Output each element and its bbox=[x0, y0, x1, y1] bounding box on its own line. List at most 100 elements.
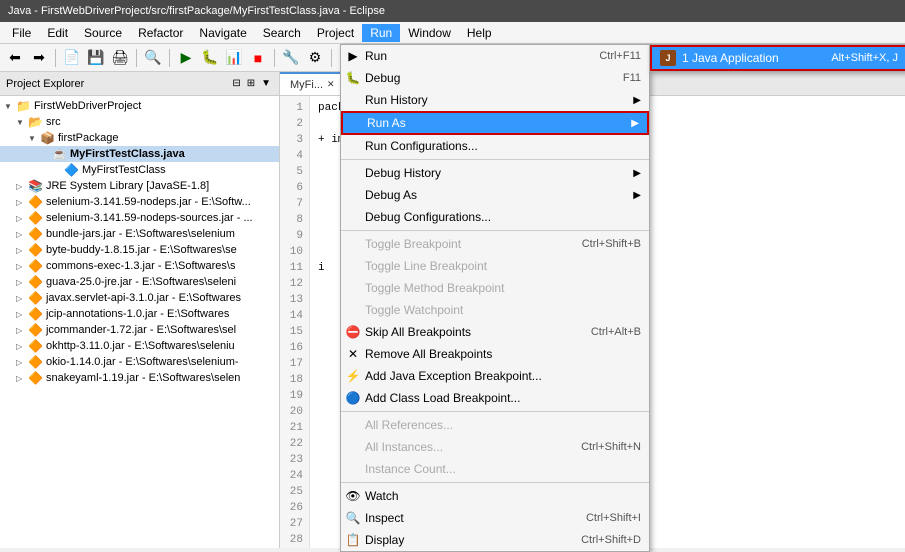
tree-item[interactable]: ▼📂src bbox=[0, 114, 279, 130]
class-load-icon: 🔵 bbox=[345, 391, 361, 405]
tree-item[interactable]: 🔷MyFirstTestClass bbox=[0, 162, 279, 178]
tree-item[interactable]: ▷🔶javax.servlet-api-3.1.0.jar - E:\Softw… bbox=[0, 290, 279, 306]
toolbar-sep-5 bbox=[331, 49, 332, 67]
debug-icon: 🐛 bbox=[345, 71, 361, 85]
toolbar-btn-coverage[interactable]: 📊 bbox=[223, 47, 245, 69]
run-menu-watch[interactable]: 👁 Watch bbox=[341, 485, 649, 507]
run-menu: ▶ Run Ctrl+F11 🐛 Debug F11 Run History ▶… bbox=[340, 44, 650, 552]
tree-label: MyFirstTestClass bbox=[82, 164, 166, 176]
toolbar-btn-new[interactable]: 📄 bbox=[61, 47, 83, 69]
tree-item[interactable]: ▷🔶snakeyaml-1.19.jar - E:\Softwares\sele… bbox=[0, 370, 279, 386]
run-menu-add-java-exception[interactable]: ⚡ Add Java Exception Breakpoint... bbox=[341, 365, 649, 387]
menu-sep-3 bbox=[341, 411, 649, 412]
run-menu-run[interactable]: ▶ Run Ctrl+F11 bbox=[341, 45, 649, 67]
tree-item[interactable]: ▷🔶jcip-annotations-1.0.jar - E:\Software… bbox=[0, 306, 279, 322]
toolbar-sep-3 bbox=[169, 49, 170, 67]
tree-arrow: ▷ bbox=[16, 182, 26, 191]
run-menu-skip-breakpoints[interactable]: ⛔ Skip All Breakpoints Ctrl+Alt+B bbox=[341, 321, 649, 343]
java-application-item[interactable]: J 1 Java Application Alt+Shift+X, J bbox=[650, 45, 905, 71]
run-menu-all-instances: All Instances... Ctrl+Shift+N bbox=[341, 436, 649, 458]
run-as-submenu: J 1 Java Application Alt+Shift+X, J bbox=[649, 44, 905, 72]
tree-arrow: ▷ bbox=[16, 342, 26, 351]
tree-arrow: ▷ bbox=[16, 374, 26, 383]
tree-item[interactable]: ▷🔶selenium-3.141.59-nodeps-sources.jar -… bbox=[0, 210, 279, 226]
menu-help[interactable]: Help bbox=[459, 24, 500, 42]
tree-label: FirstWebDriverProject bbox=[34, 100, 141, 112]
menu-source[interactable]: Source bbox=[76, 24, 130, 42]
tree-item[interactable]: ▷🔶commons-exec-1.3.jar - E:\Softwares\s bbox=[0, 258, 279, 274]
toolbar-btn-5[interactable]: 🔧 bbox=[280, 47, 302, 69]
run-menu-run-configurations[interactable]: Run Configurations... bbox=[341, 135, 649, 157]
skip-bp-icon: ⛔ bbox=[345, 325, 361, 339]
tree-item[interactable]: ▷🔶bundle-jars.jar - E:\Softwares\seleniu… bbox=[0, 226, 279, 242]
left-panel: Project Explorer ⊟ ⊞ ▼ ▼📁FirstWebDriverP… bbox=[0, 72, 280, 548]
java-app-shortcut: Alt+Shift+X, J bbox=[831, 52, 898, 64]
tree-icon: 🔶 bbox=[28, 291, 43, 305]
tree-icon: 📚 bbox=[28, 179, 43, 193]
menu-project[interactable]: Project bbox=[309, 24, 362, 42]
toolbar-btn-search[interactable]: 🔍 bbox=[142, 47, 164, 69]
menu-refactor[interactable]: Refactor bbox=[130, 24, 191, 42]
tree-item[interactable]: ▼📁FirstWebDriverProject bbox=[0, 98, 279, 114]
toolbar-sep-2 bbox=[136, 49, 137, 67]
tree-item[interactable]: ▷📚JRE System Library [JavaSE-1.8] bbox=[0, 178, 279, 194]
tree-label: byte-buddy-1.8.15.jar - E:\Softwares\se bbox=[46, 244, 237, 256]
tree-icon: 📂 bbox=[28, 115, 43, 129]
run-menu-debug-configurations[interactable]: Debug Configurations... bbox=[341, 206, 649, 228]
tree-icon: 🔶 bbox=[28, 355, 43, 369]
tree-item[interactable]: ☕MyFirstTestClass.java bbox=[0, 146, 279, 162]
line-numbers: 1234567891011121314151617181920212223242… bbox=[280, 96, 310, 548]
tree-icon: 🔶 bbox=[28, 339, 43, 353]
tree-arrow: ▷ bbox=[16, 358, 26, 367]
run-menu-debug-history[interactable]: Debug History ▶ bbox=[341, 162, 649, 184]
panel-icon-collapse[interactable]: ⊟ bbox=[230, 77, 242, 90]
toolbar-btn-print[interactable]: 🖨 bbox=[109, 47, 131, 69]
tree-label: snakeyaml-1.19.jar - E:\Softwares\selen bbox=[46, 372, 240, 384]
tree-item[interactable]: ▷🔶okio-1.14.0.jar - E:\Softwares\seleniu… bbox=[0, 354, 279, 370]
tree-item[interactable]: ▷🔶guava-25.0-jre.jar - E:\Softwares\sele… bbox=[0, 274, 279, 290]
panel-icon-expand[interactable]: ⊞ bbox=[245, 77, 257, 90]
toolbar-btn-run[interactable]: ▶ bbox=[175, 47, 197, 69]
tree-item[interactable]: ▷🔶jcommander-1.72.jar - E:\Softwares\sel bbox=[0, 322, 279, 338]
menu-navigate[interactable]: Navigate bbox=[191, 24, 254, 42]
panel-icon-menu[interactable]: ▼ bbox=[259, 77, 273, 90]
toolbar-btn-6[interactable]: ⚙ bbox=[304, 47, 326, 69]
tree-icon: 🔶 bbox=[28, 195, 43, 209]
run-menu-debug-as[interactable]: Debug As ▶ bbox=[341, 184, 649, 206]
menu-run[interactable]: Run bbox=[362, 24, 400, 42]
tree-item[interactable]: ▼📦firstPackage bbox=[0, 130, 279, 146]
editor-tab-close[interactable]: ✕ bbox=[327, 79, 335, 90]
run-menu-add-class-load[interactable]: 🔵 Add Class Load Breakpoint... bbox=[341, 387, 649, 409]
menu-file[interactable]: File bbox=[4, 24, 39, 42]
toolbar-btn-2[interactable]: ➡ bbox=[28, 47, 50, 69]
panel-header-explorer: Project Explorer ⊟ ⊞ ▼ bbox=[0, 72, 279, 96]
menu-search[interactable]: Search bbox=[255, 24, 309, 42]
toolbar-sep-1 bbox=[55, 49, 56, 67]
toolbar-btn-debug[interactable]: 🐛 bbox=[199, 47, 221, 69]
menu-sep-4 bbox=[341, 482, 649, 483]
tree-icon: 🔶 bbox=[28, 323, 43, 337]
tree-item[interactable]: ▷🔶selenium-3.141.59-nodeps.jar - E:\Soft… bbox=[0, 194, 279, 210]
toolbar-btn-save[interactable]: 💾 bbox=[85, 47, 107, 69]
tree-item[interactable]: ▷🔶byte-buddy-1.8.15.jar - E:\Softwares\s… bbox=[0, 242, 279, 258]
watch-icon: 👁 bbox=[345, 489, 361, 503]
tree-icon: 📁 bbox=[16, 99, 31, 113]
run-menu-debug[interactable]: 🐛 Debug F11 bbox=[341, 67, 649, 89]
tree-label: guava-25.0-jre.jar - E:\Softwares\seleni bbox=[46, 276, 236, 288]
toolbar-btn-stop[interactable]: ■ bbox=[247, 47, 269, 69]
editor-tab-myfi[interactable]: MyFi... ✕ bbox=[280, 72, 346, 95]
run-menu-remove-breakpoints[interactable]: ✕ Remove All Breakpoints bbox=[341, 343, 649, 365]
run-menu-toggle-method-breakpoint: Toggle Method Breakpoint bbox=[341, 277, 649, 299]
menu-edit[interactable]: Edit bbox=[39, 24, 76, 42]
run-menu-history[interactable]: Run History ▶ bbox=[341, 89, 649, 111]
run-menu-run-as[interactable]: Run As ▶ bbox=[341, 111, 649, 135]
run-menu-instance-count: Instance Count... bbox=[341, 458, 649, 480]
toolbar-btn-1[interactable]: ⬅ bbox=[4, 47, 26, 69]
tree-arrow: ▷ bbox=[16, 326, 26, 335]
tree-content: ▼📁FirstWebDriverProject▼📂src▼📦firstPacka… bbox=[0, 96, 279, 548]
menu-sep-2 bbox=[341, 230, 649, 231]
remove-bp-icon: ✕ bbox=[345, 347, 361, 361]
menu-window[interactable]: Window bbox=[400, 24, 459, 42]
tree-item[interactable]: ▷🔶okhttp-3.11.0.jar - E:\Softwares\selen… bbox=[0, 338, 279, 354]
run-menu-inspect[interactable]: 🔍 Inspect Ctrl+Shift+I bbox=[341, 507, 649, 529]
